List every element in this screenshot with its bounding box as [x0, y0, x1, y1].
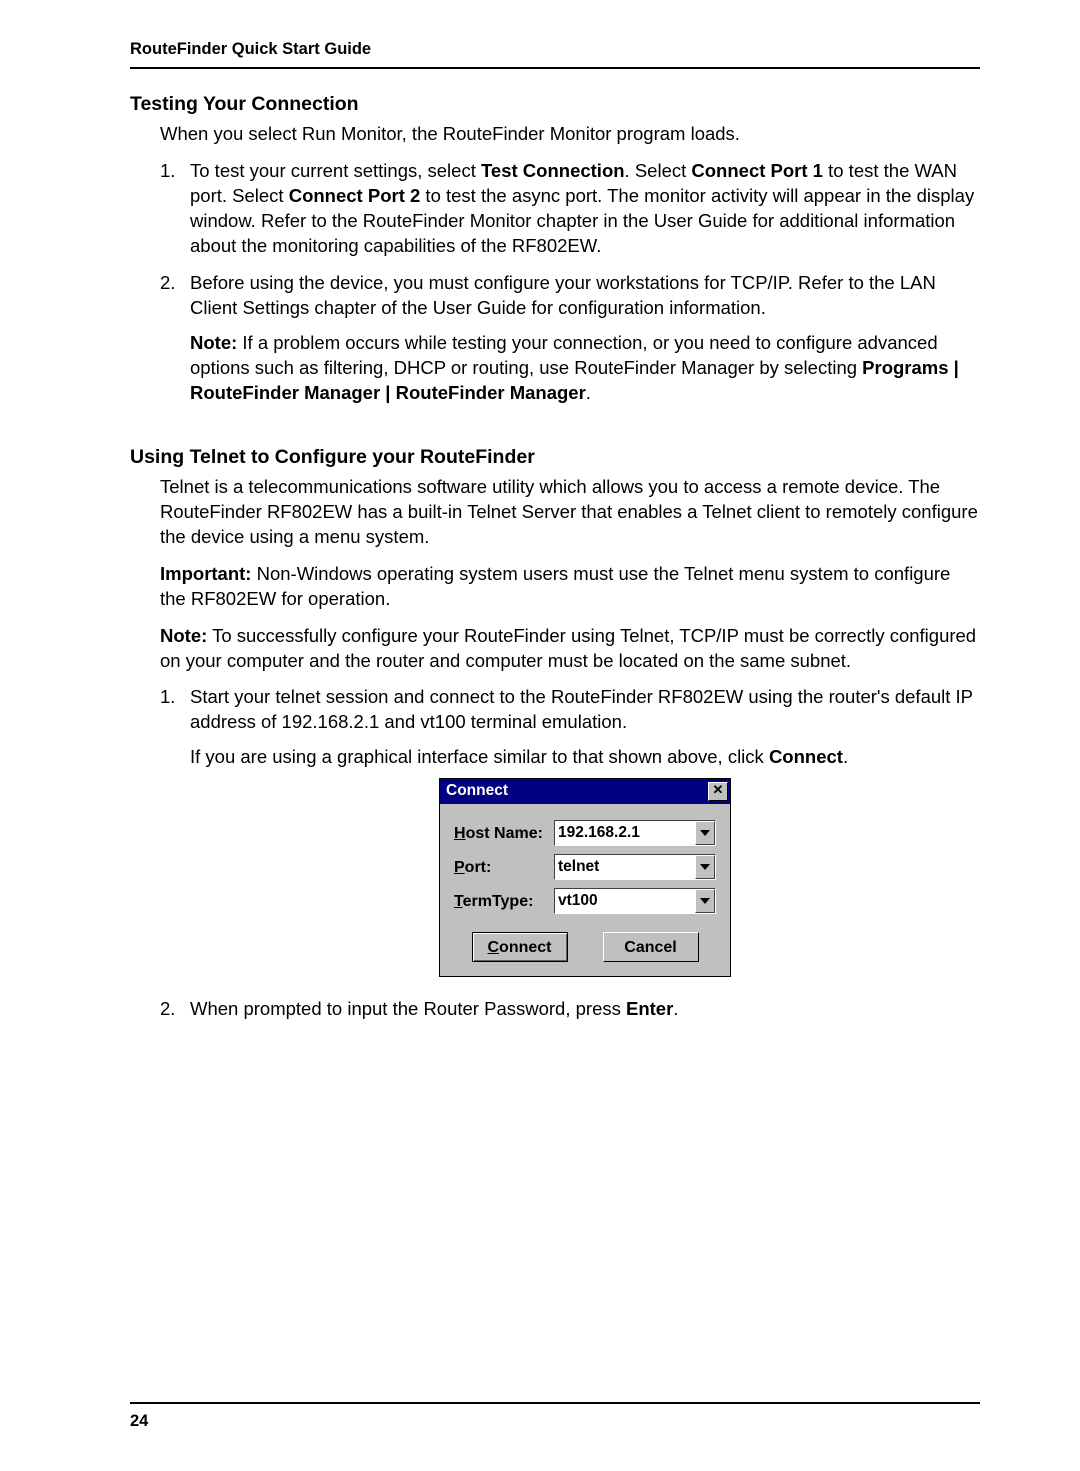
text: Before using the device, you must config…: [190, 272, 936, 318]
section1-item-2: 2. Before using the device, you must con…: [160, 271, 980, 406]
list-number: 2.: [160, 271, 175, 296]
section1-item-2-note: Note: If a problem occurs while testing …: [190, 331, 980, 406]
port-combo[interactable]: telnet: [554, 854, 716, 880]
bold: Connect Port 1: [691, 160, 823, 181]
text: Start your telnet session and connect to…: [190, 686, 973, 732]
section-heading-testing: Testing Your Connection: [130, 93, 980, 116]
close-button[interactable]: ✕: [708, 782, 728, 801]
port-value: telnet: [555, 857, 695, 878]
dialog-title: Connect: [446, 781, 508, 802]
host-name-combo[interactable]: 192.168.2.1: [554, 820, 716, 846]
page-header-title: RouteFinder Quick Start Guide: [130, 40, 980, 59]
port-dropdown-button[interactable]: [695, 855, 715, 879]
section2-p2: Important: Non-Windows operating system …: [160, 562, 980, 612]
host-name-dropdown-button[interactable]: [695, 821, 715, 845]
bold: Important:: [160, 563, 251, 584]
connect-dialog: Connect ✕ Host Name: 192.168.2.1: [439, 778, 731, 977]
termtype-dropdown-button[interactable]: [695, 889, 715, 913]
bold: Connect: [769, 746, 843, 767]
section2-item-1-b: If you are using a graphical interface s…: [190, 745, 980, 770]
bold: Note:: [190, 332, 237, 353]
dialog-titlebar[interactable]: Connect ✕: [440, 779, 730, 804]
port-label: Port:: [454, 857, 554, 879]
section2-p3: Note: To successfully configure your Rou…: [160, 624, 980, 674]
text: Non-Windows operating system users must …: [160, 563, 950, 609]
chevron-down-icon: [700, 830, 710, 836]
section2-p1: Telnet is a telecommunications software …: [160, 475, 980, 550]
chevron-down-icon: [700, 864, 710, 870]
footer-rule: [130, 1402, 980, 1404]
bold: Note:: [160, 625, 207, 646]
section2-item-1: 1. Start your telnet session and connect…: [160, 685, 980, 977]
close-icon: ✕: [713, 782, 724, 797]
header-rule: [130, 67, 980, 69]
section1-list: 1. To test your current settings, select…: [160, 159, 980, 406]
termtype-combo[interactable]: vt100: [554, 888, 716, 914]
connect-button[interactable]: Connect: [472, 932, 568, 962]
section2-list: 1. Start your telnet session and connect…: [160, 685, 980, 1022]
section1-intro: When you select Run Monitor, the RouteFi…: [160, 122, 980, 147]
text: If you are using a graphical interface s…: [190, 746, 769, 767]
text: If a problem occurs while testing your c…: [190, 332, 938, 378]
text: .: [843, 746, 848, 767]
chevron-down-icon: [700, 898, 710, 904]
section1-item-1: 1. To test your current settings, select…: [160, 159, 980, 259]
text: To test your current settings, select: [190, 160, 481, 181]
bold: Test Connection: [481, 160, 625, 181]
dialog-body: Host Name: 192.168.2.1 Port: telnet: [440, 804, 730, 976]
bold: Connect Port 2: [289, 185, 421, 206]
section2-item-2: 2. When prompted to input the Router Pas…: [160, 997, 980, 1022]
text: To successfully configure your RouteFind…: [160, 625, 976, 671]
termtype-value: vt100: [555, 891, 695, 912]
termtype-label: TermType:: [454, 891, 554, 913]
text: .: [586, 382, 591, 403]
page-number: 24: [130, 1412, 980, 1431]
cancel-button[interactable]: Cancel: [603, 932, 699, 962]
text: . Select: [625, 160, 692, 181]
list-number: 1.: [160, 159, 175, 184]
bold: Enter: [626, 998, 673, 1019]
text: .: [673, 998, 678, 1019]
list-number: 1.: [160, 685, 175, 710]
text: When prompted to input the Router Passwo…: [190, 998, 626, 1019]
host-name-value: 192.168.2.1: [555, 823, 695, 844]
section-heading-telnet: Using Telnet to Configure your RouteFind…: [130, 446, 980, 469]
list-number: 2.: [160, 997, 175, 1022]
host-name-label: Host Name:: [454, 823, 554, 845]
